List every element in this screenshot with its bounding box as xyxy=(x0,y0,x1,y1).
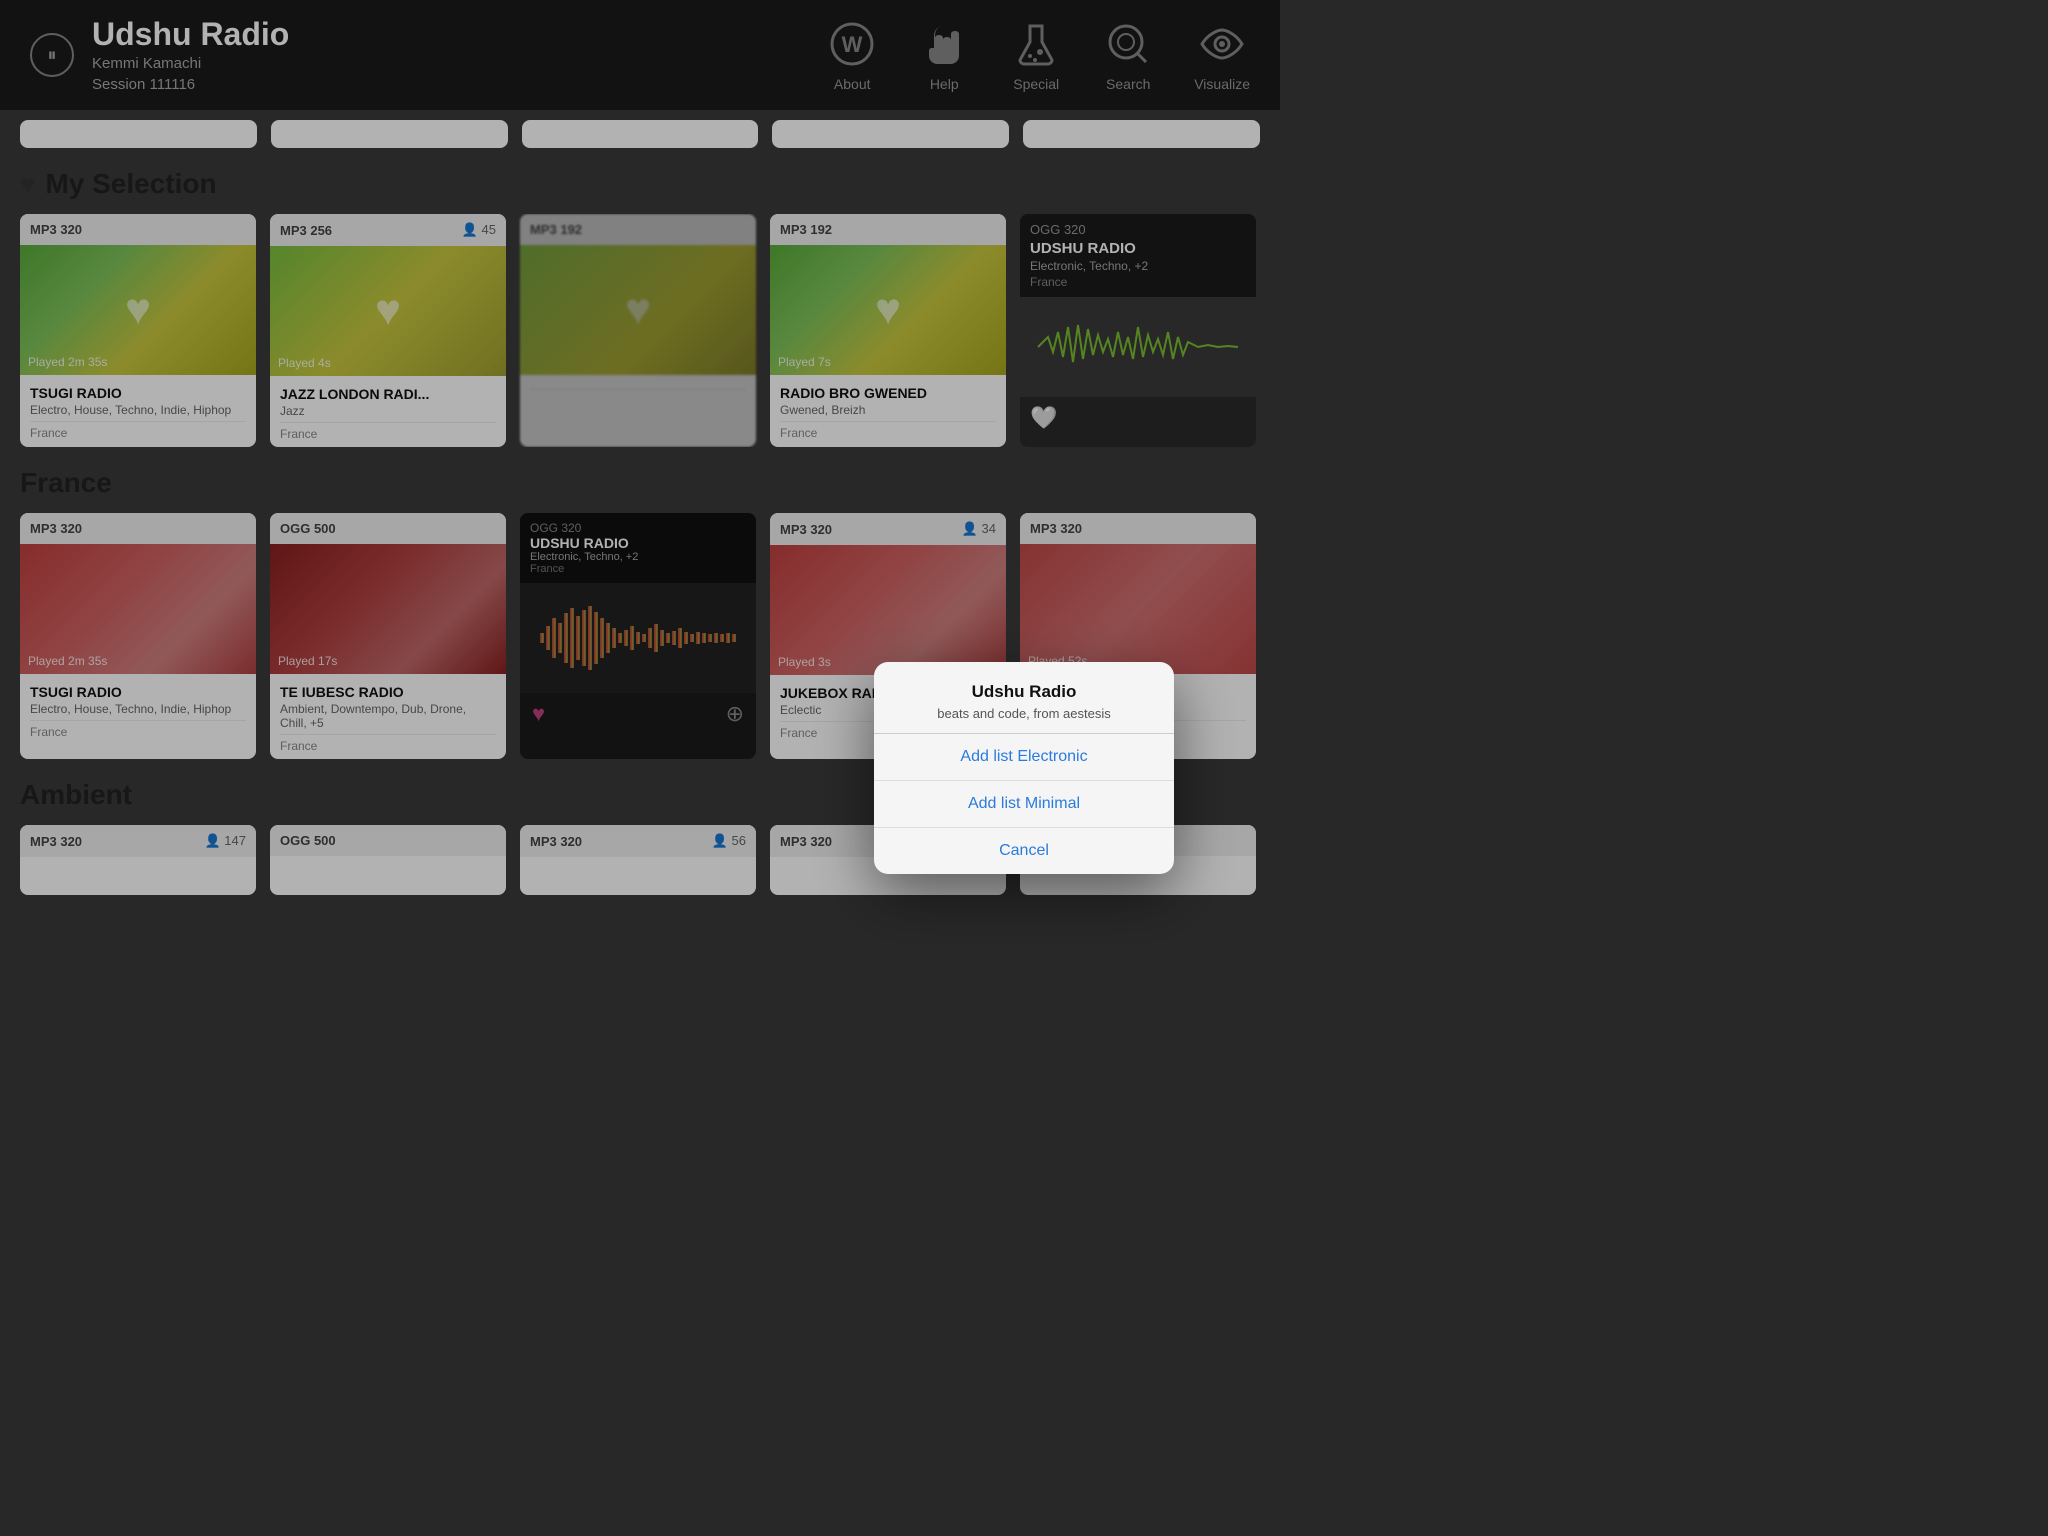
dialog-cancel-button[interactable]: Cancel xyxy=(874,828,1174,874)
dialog-title: Udshu Radio xyxy=(894,682,1154,702)
add-to-list-dialog: Udshu Radio beats and code, from aestesi… xyxy=(874,662,1174,874)
add-minimal-button[interactable]: Add list Minimal xyxy=(874,781,1174,828)
dialog-title-area: Udshu Radio beats and code, from aestesi… xyxy=(874,662,1174,733)
dialog-subtitle: beats and code, from aestesis xyxy=(894,706,1154,721)
dialog-overlay[interactable]: Udshu Radio beats and code, from aestesi… xyxy=(0,0,2048,1536)
add-electronic-button[interactable]: Add list Electronic xyxy=(874,734,1174,781)
